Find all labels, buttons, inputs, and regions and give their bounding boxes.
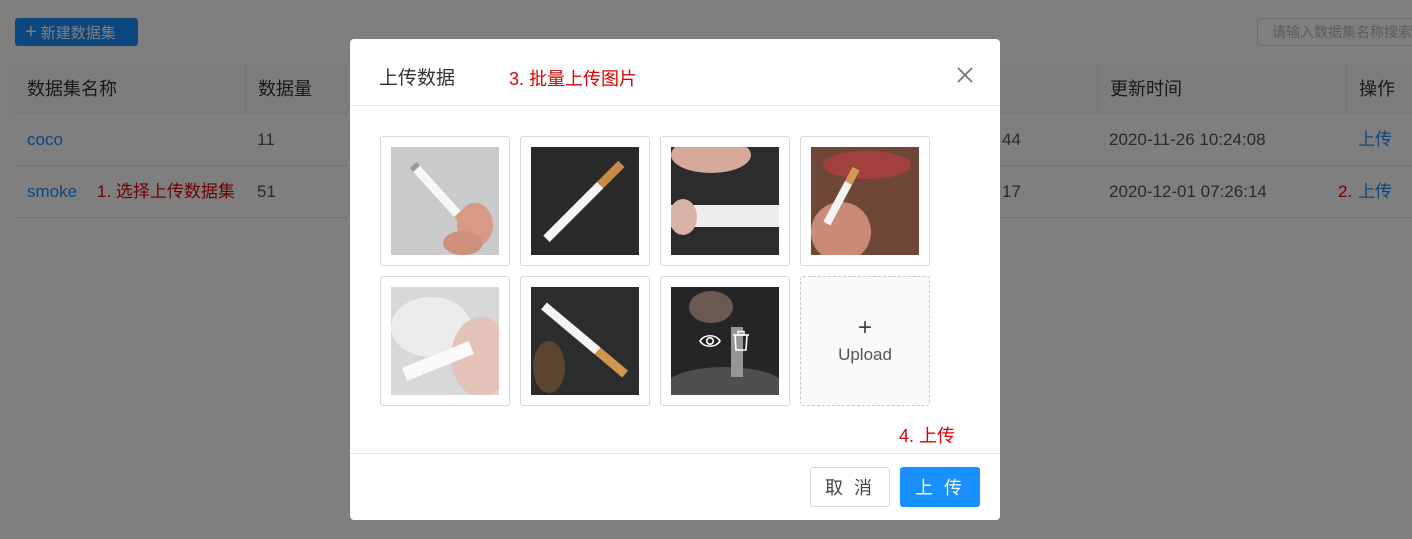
image-tile[interactable] bbox=[520, 136, 650, 266]
image-thumbnail bbox=[391, 147, 499, 255]
upload-button[interactable]: 上 传 bbox=[900, 467, 980, 507]
image-thumbnail bbox=[391, 287, 499, 395]
upload-modal: 上传数据 3. 批量上传图片 + Upload 4. 上传 取 消 上 传 bbox=[350, 39, 1000, 520]
image-tile-hovered[interactable] bbox=[660, 276, 790, 406]
modal-footer: 取 消 上 传 bbox=[350, 453, 1000, 520]
image-tile[interactable] bbox=[520, 276, 650, 406]
preview-eye-icon[interactable] bbox=[699, 330, 721, 352]
image-tile[interactable] bbox=[380, 276, 510, 406]
image-tile[interactable] bbox=[380, 136, 510, 266]
thumbnail-hover-overlay bbox=[671, 287, 779, 395]
cancel-button[interactable]: 取 消 bbox=[810, 467, 890, 507]
image-thumbnail bbox=[531, 147, 639, 255]
modal-title: 上传数据 bbox=[379, 68, 456, 89]
upload-plus-icon: + bbox=[857, 314, 872, 341]
delete-trash-icon[interactable] bbox=[731, 330, 751, 352]
image-thumbnail bbox=[531, 287, 639, 395]
image-thumbnail bbox=[811, 147, 919, 255]
image-tile[interactable] bbox=[660, 136, 790, 266]
upload-picker[interactable]: + Upload bbox=[800, 276, 930, 406]
upload-picker-label: Upload bbox=[838, 345, 892, 364]
modal-header: 上传数据 3. 批量上传图片 bbox=[350, 39, 1000, 106]
image-thumbnail bbox=[671, 287, 779, 395]
image-thumbnail bbox=[671, 147, 779, 255]
step4-annotation: 4. 上传 bbox=[899, 426, 956, 446]
modal-body: + Upload 4. 上传 bbox=[350, 106, 1000, 453]
close-icon[interactable] bbox=[954, 64, 976, 86]
step3-annotation: 3. 批量上传图片 bbox=[509, 69, 638, 89]
image-tile[interactable] bbox=[800, 136, 930, 266]
